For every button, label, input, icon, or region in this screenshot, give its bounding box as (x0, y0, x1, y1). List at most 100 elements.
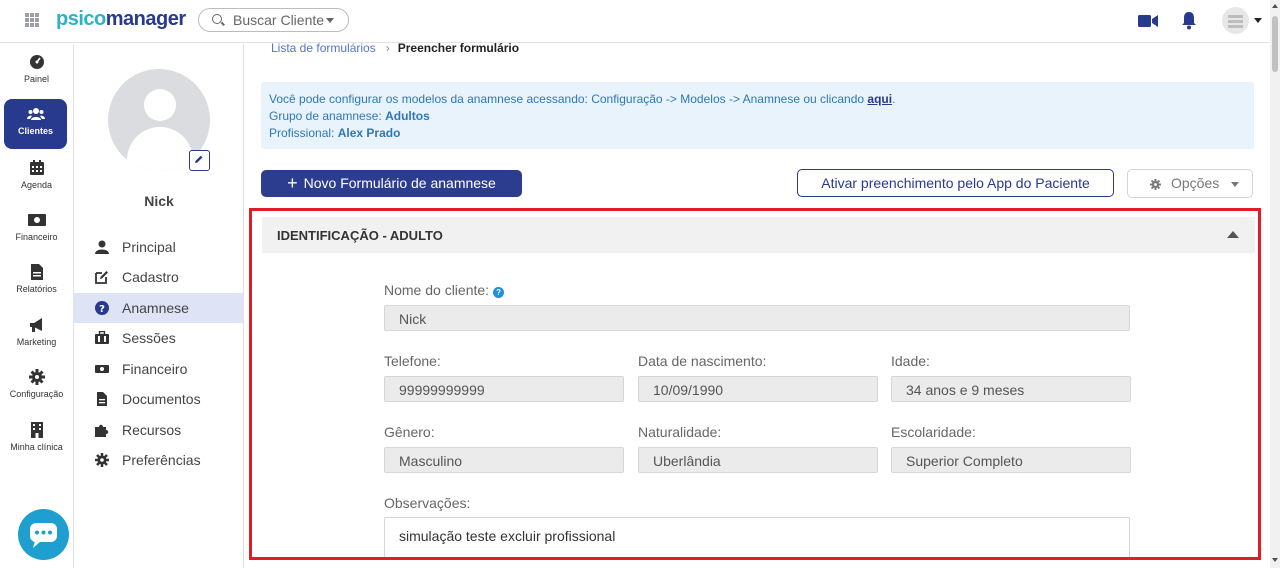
client-menu-preferencias[interactable]: Preferências (74, 445, 243, 475)
naturalidade-label: Naturalidade: (638, 424, 722, 440)
bell-icon[interactable] (1181, 11, 1197, 30)
client-menu-financeiro[interactable]: Financeiro (74, 354, 243, 384)
info-line-group: Grupo de anamnese: Adultos (269, 108, 1246, 125)
user-avatar[interactable] (1222, 7, 1249, 34)
chevron-up-icon[interactable] (1227, 231, 1239, 238)
naturalidade-field[interactable]: Uberlândia (638, 447, 878, 473)
user-icon (95, 240, 109, 254)
search-label: Buscar Cliente (233, 12, 325, 28)
data-nascimento-field[interactable]: 10/09/1990 (638, 376, 878, 402)
nav-label: Minha clínica (10, 442, 63, 452)
breadcrumb-link-lista[interactable]: Lista de formulários (271, 41, 376, 55)
question-icon: ? (95, 301, 109, 315)
apps-grid-icon[interactable] (25, 13, 39, 27)
user-menu-chevron-icon[interactable] (1254, 18, 1262, 23)
money-icon (27, 214, 46, 226)
client-menu-label: Preferências (122, 452, 201, 468)
info-alert: Você pode configurar os modelos da anamn… (261, 82, 1254, 149)
nav-item-minha-clinica[interactable]: Minha clínica (0, 422, 73, 452)
client-sidebar: Nick Principal Cadastro ? Anamnese Sessõ… (74, 44, 244, 568)
identification-section: IDENTIFICAÇÃO - ADULTO Nome do cliente:?… (249, 208, 1261, 560)
nav-label: Configuração (9, 389, 64, 399)
nav-item-agenda[interactable]: Agenda (0, 160, 73, 190)
nav-label: Agenda (20, 180, 53, 190)
nav-label: Marketing (16, 337, 57, 347)
building-icon (30, 422, 43, 438)
info-config-link[interactable]: aqui (867, 92, 892, 106)
scroll-thumb[interactable] (1272, 16, 1278, 72)
top-bar: psicomanager Buscar Cliente (0, 0, 1270, 43)
nome-cliente-label: Nome do cliente:? (384, 282, 505, 298)
plus-icon: + (287, 173, 298, 193)
observacoes-label: Observações: (384, 495, 471, 511)
options-dropdown-button[interactable]: Opções (1127, 169, 1253, 198)
client-menu-label: Financeiro (122, 361, 188, 377)
scroll-down-arrow-icon[interactable] (1272, 558, 1278, 562)
gear-icon (95, 453, 109, 467)
dashboard-icon (29, 55, 44, 69)
client-menu-anamnese[interactable]: ? Anamnese (74, 293, 243, 323)
info-line-professional: Profissional: Alex Prado (269, 125, 1246, 142)
file-icon (97, 392, 107, 406)
new-anamnesis-form-button[interactable]: + Novo Formulário de anamnese (261, 170, 522, 197)
genero-field[interactable]: Masculino (384, 447, 624, 473)
chat-bubble-icon (30, 523, 57, 548)
chat-support-button[interactable] (18, 509, 69, 560)
client-menu-label: Cadastro (122, 269, 179, 285)
video-call-icon[interactable] (1138, 14, 1158, 28)
megaphone-icon (29, 318, 42, 332)
client-menu-label: Recursos (122, 422, 182, 438)
nav-item-painel[interactable]: Painel (0, 54, 73, 84)
users-icon (26, 108, 45, 120)
edit-avatar-button[interactable] (189, 150, 210, 171)
nome-cliente-label-text: Nome do cliente: (384, 282, 490, 298)
section-header[interactable]: IDENTIFICAÇÃO - ADULTO (262, 217, 1255, 253)
client-menu-label: Anamnese (122, 300, 189, 316)
nav-label: Financeiro (15, 232, 58, 242)
app-logo[interactable]: psicomanager (56, 8, 186, 31)
escolaridade-field[interactable]: Superior Completo (891, 447, 1131, 473)
section-title: IDENTIFICAÇÃO - ADULTO (277, 228, 443, 243)
edit-icon (95, 271, 108, 284)
nav-item-clientes[interactable]: Clientes (4, 99, 67, 149)
nav-label: Relatórios (16, 284, 57, 294)
page-scrollbar[interactable] (1270, 0, 1280, 568)
nav-item-financeiro[interactable]: Financeiro (0, 212, 73, 242)
client-menu-recursos[interactable]: Recursos (74, 415, 243, 445)
idade-label: Idade: (891, 353, 930, 369)
help-icon[interactable]: ? (493, 287, 505, 298)
idade-field[interactable]: 34 anos e 9 meses (891, 376, 1131, 402)
logo-part-psico: psico (56, 8, 106, 30)
nav-label: Clientes (17, 126, 53, 136)
nav-item-relatorios[interactable]: Relatórios (0, 264, 73, 294)
svg-text:?: ? (99, 304, 105, 315)
telefone-label: Telefone: (384, 353, 441, 369)
new-form-label: Novo Formulário de anamnese (303, 175, 496, 191)
client-menu-principal[interactable]: Principal (74, 232, 243, 262)
client-menu-label: Documentos (122, 391, 201, 407)
nav-item-configuracao[interactable]: Configuração (0, 369, 73, 399)
info-group-value: Adultos (385, 109, 430, 123)
client-menu-documentos[interactable]: Documentos (74, 384, 243, 414)
info-line-config: Você pode configurar os modelos da anamn… (269, 91, 1246, 108)
logo-part-manager: manager (105, 8, 186, 30)
client-menu-sessoes[interactable]: Sessões (74, 323, 243, 353)
client-menu-cadastro[interactable]: Cadastro (74, 262, 243, 292)
nome-cliente-field[interactable]: Nick (384, 305, 1130, 331)
calendar-icon (29, 160, 44, 175)
nav-item-marketing[interactable]: Marketing (0, 317, 73, 347)
gear-icon (28, 369, 45, 385)
report-icon (30, 264, 43, 280)
client-search-dropdown[interactable]: Buscar Cliente (198, 8, 349, 32)
scroll-up-arrow-icon[interactable] (1272, 4, 1278, 8)
enable-patient-app-button[interactable]: Ativar preenchimento pelo App do Pacient… (797, 169, 1114, 197)
telefone-field[interactable]: 99999999999 (384, 376, 624, 402)
client-menu-label: Principal (122, 239, 176, 255)
money-icon (95, 365, 109, 373)
genero-label: Gênero: (384, 424, 435, 440)
main-nav: Painel Clientes Agenda Financeiro Relató… (0, 44, 74, 568)
options-label: Opções (1171, 175, 1220, 191)
observacoes-textarea[interactable]: simulação teste excluir profissional (384, 517, 1130, 557)
info-period: . (892, 92, 896, 106)
pencil-icon (195, 155, 203, 163)
